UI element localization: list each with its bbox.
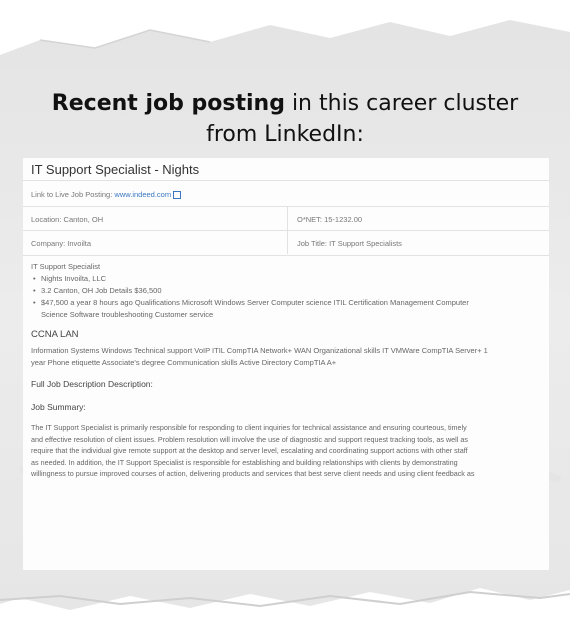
link-row: Link to Live Job Posting: www.indeed.com (23, 180, 549, 207)
summary-line: and effective resolution of client issue… (31, 434, 468, 444)
section-heading: Recent job posting in this career cluste… (30, 88, 540, 150)
job-posting-link[interactable]: www.indeed.com (114, 190, 171, 199)
summary-line: willingness to pursue improved courses o… (31, 469, 475, 478)
heading-bold-text: Recent job posting (51, 91, 285, 116)
job-summary-paragraph: The IT Support Specialist is primarily r… (31, 422, 546, 480)
list-item: 3.2 Canton, OH Job Details $36,500 (33, 286, 161, 295)
ccna-line-2: year Phone etiquette Associate's degree … (31, 358, 337, 367)
job-summary-heading: Job Summary: (31, 402, 86, 412)
job-title-text: Job Title: IT Support Specialists (297, 239, 402, 248)
list-item-continued: Science Software troubleshooting Custome… (41, 310, 214, 319)
job-posting-card: IT Support Specialist - Nights Link to L… (23, 158, 549, 570)
external-link-icon[interactable] (173, 191, 182, 200)
location-row: Location: Canton, OH O*NET: 15-1232.00 (23, 206, 549, 231)
company-text: Company: Invoilta (31, 239, 92, 248)
ccna-heading: CCNA LAN (31, 329, 79, 340)
summary-line: as needed. In addition, the IT Support S… (31, 457, 458, 467)
list-item: $47,500 a year 8 hours ago Qualification… (33, 298, 469, 307)
list-item: Nights Invoilta, LLC (33, 274, 106, 283)
onet-text: O*NET: 15-1232.00 (297, 215, 363, 224)
summary-line: The IT Support Specialist is primarily r… (31, 423, 467, 432)
intro-text: IT Support Specialist (31, 262, 101, 271)
link-label: Link to Live Job Posting: (31, 190, 113, 199)
job-title-heading: IT Support Specialist - Nights (31, 162, 200, 177)
summary-line: require that the individual give remote … (31, 446, 468, 455)
company-row: Company: Invoilta Job Title: IT Support … (23, 230, 549, 256)
ccna-line-1: Information Systems Windows Technical su… (31, 346, 488, 355)
location-text: Location: Canton, OH (31, 215, 104, 224)
full-description-label: Full Job Description Description: (31, 379, 153, 389)
